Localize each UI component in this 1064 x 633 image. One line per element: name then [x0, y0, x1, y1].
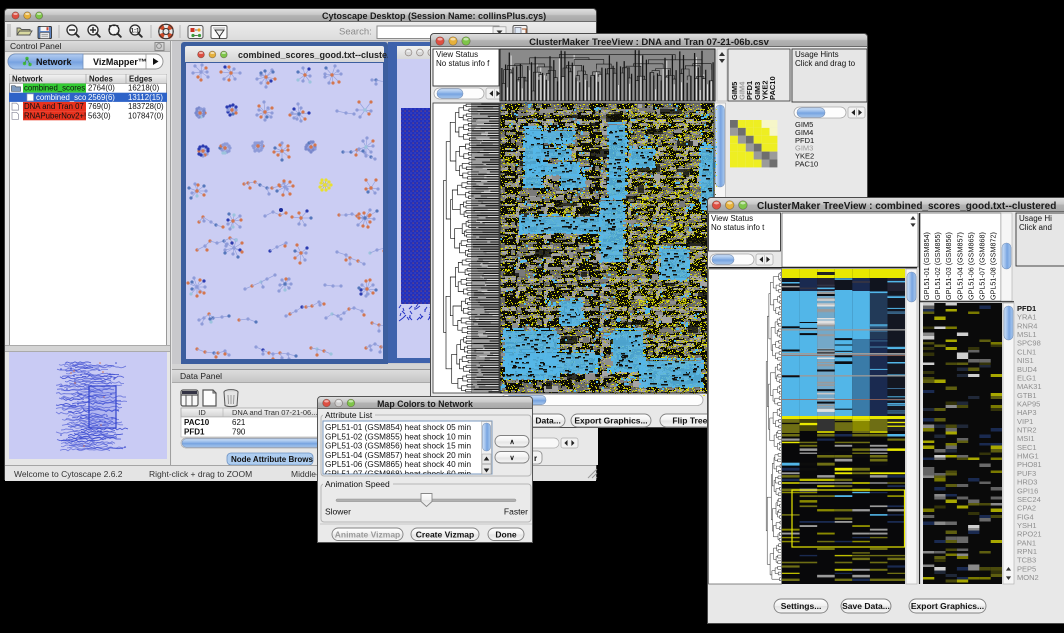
- svg-text:RNAPuberNov2+!: RNAPuberNov2+!: [24, 111, 86, 120]
- svg-text:CLN1: CLN1: [1017, 347, 1036, 356]
- svg-text:KAP95: KAP95: [1017, 400, 1040, 409]
- svg-text:Slower: Slower: [325, 507, 351, 517]
- svg-text:Create Vizmap: Create Vizmap: [416, 529, 474, 539]
- svg-text:GPL51-06 (GSM865): GPL51-06 (GSM865): [966, 232, 975, 300]
- svg-text:769(0): 769(0): [88, 102, 111, 111]
- svg-text:ELG1: ELG1: [1017, 373, 1036, 382]
- svg-text:No status info t: No status info t: [711, 223, 765, 232]
- svg-text:PHO81: PHO81: [1017, 460, 1042, 469]
- svg-text:GPL51-02 (GSM855): GPL51-02 (GSM855): [933, 232, 942, 300]
- svg-text:PEP5: PEP5: [1017, 564, 1036, 573]
- svg-text:Click and: Click and: [1019, 223, 1052, 232]
- svg-text:FIG4: FIG4: [1017, 512, 1034, 521]
- svg-text:Nodes: Nodes: [89, 74, 113, 83]
- svg-text:PFD1: PFD1: [1017, 304, 1036, 313]
- svg-text:Animate Vizmap: Animate Vizmap: [335, 529, 401, 539]
- svg-text:Attribute List: Attribute List: [325, 410, 373, 420]
- svg-text:Node Attribute Brows: Node Attribute Brows: [231, 455, 313, 464]
- svg-text:Network: Network: [12, 74, 43, 83]
- svg-text:PAC10: PAC10: [795, 160, 818, 169]
- svg-text:GTB1: GTB1: [1017, 391, 1037, 400]
- svg-text:combined_scores: combined_scores: [24, 84, 85, 93]
- svg-text:2569(6): 2569(6): [88, 93, 115, 102]
- svg-text:Export Graphics...: Export Graphics...: [574, 416, 647, 426]
- svg-text:YRA1: YRA1: [1017, 313, 1037, 322]
- svg-text:1:1: 1:1: [131, 28, 140, 34]
- svg-text:SEC1: SEC1: [1017, 443, 1037, 452]
- svg-text:Settings...: Settings...: [781, 601, 822, 611]
- svg-text:GPL51-01 (GSM854) heat shock 0: GPL51-01 (GSM854) heat shock 05 min: [325, 423, 472, 432]
- svg-text:GPL51-04 (GSM857): GPL51-04 (GSM857): [955, 232, 964, 300]
- svg-text:Export Graphics...: Export Graphics...: [911, 601, 984, 611]
- svg-text:MSL1: MSL1: [1017, 330, 1037, 339]
- svg-text:790: 790: [232, 428, 246, 437]
- svg-text:GPL51-02 (GSM855) heat shock 1: GPL51-02 (GSM855) heat shock 10 min: [325, 432, 472, 441]
- svg-text:ID: ID: [198, 408, 206, 417]
- svg-text:PUF3: PUF3: [1017, 469, 1036, 478]
- svg-text:CPA2: CPA2: [1017, 504, 1036, 513]
- svg-text:GPL51-01 (GSM854): GPL51-01 (GSM854): [922, 232, 931, 300]
- svg-text:View Status: View Status: [711, 214, 753, 223]
- svg-text:GPL51-03 (GSM856) heat shock 1: GPL51-03 (GSM856) heat shock 15 min: [325, 442, 472, 451]
- svg-text:107847(0): 107847(0): [128, 111, 164, 120]
- svg-text:RPO21: RPO21: [1017, 530, 1042, 539]
- svg-text:183728(0): 183728(0): [128, 102, 164, 111]
- svg-text:GPL51-06 (GSM865) heat shock 4: GPL51-06 (GSM865) heat shock 40 min: [325, 460, 472, 469]
- svg-text:GPL51-07 (GSM868) heat shock 6: GPL51-07 (GSM868) heat shock 60 min: [325, 470, 472, 479]
- svg-text:GPI16: GPI16: [1017, 486, 1038, 495]
- svg-text:GPL51-08 (GSM872): GPL51-08 (GSM872): [989, 232, 998, 300]
- svg-text:NIS1: NIS1: [1017, 356, 1034, 365]
- svg-text:Network: Network: [36, 57, 73, 67]
- svg-text:VizMapper™: VizMapper™: [93, 57, 147, 67]
- svg-text:MSI1: MSI1: [1017, 434, 1035, 443]
- svg-text:Search:: Search:: [339, 27, 372, 38]
- svg-text:Usage Hints: Usage Hints: [795, 50, 839, 59]
- svg-text:∧: ∧: [509, 439, 514, 446]
- svg-text:Usage Hi: Usage Hi: [1019, 214, 1052, 223]
- svg-text:Done: Done: [495, 529, 517, 539]
- svg-text:Faster: Faster: [504, 507, 528, 517]
- svg-text:No status info f: No status info f: [436, 59, 490, 68]
- svg-text:MON2: MON2: [1017, 573, 1039, 582]
- svg-text:PAC10: PAC10: [184, 418, 210, 427]
- svg-text:MAK31: MAK31: [1017, 382, 1042, 391]
- svg-text:PFD1: PFD1: [184, 428, 205, 437]
- svg-text:621: 621: [232, 418, 246, 427]
- svg-text:563(0): 563(0): [88, 111, 111, 120]
- svg-text:16218(0): 16218(0): [128, 84, 160, 93]
- svg-text:Click and drag to: Click and drag to: [795, 59, 856, 68]
- svg-text:DNA and Tran 07: DNA and Tran 07: [24, 102, 84, 111]
- svg-text:VIP1: VIP1: [1017, 417, 1033, 426]
- svg-text:combined_scores_good.txt--clus: combined_scores_good.txt--cluste...: [238, 50, 388, 60]
- svg-text:YSH1: YSH1: [1017, 521, 1037, 530]
- svg-text:2764(0): 2764(0): [88, 84, 115, 93]
- svg-text:RPN1: RPN1: [1017, 547, 1037, 556]
- svg-text:SPC98: SPC98: [1017, 339, 1041, 348]
- svg-text:Edges: Edges: [129, 74, 153, 83]
- svg-text:View Status: View Status: [436, 50, 478, 59]
- svg-text:GPL51-07 (GSM868): GPL51-07 (GSM868): [978, 232, 987, 300]
- svg-text:13112(15): 13112(15): [128, 93, 163, 102]
- svg-text:NTR2: NTR2: [1017, 426, 1037, 435]
- svg-text:Save Data...: Save Data...: [842, 601, 890, 611]
- svg-text:GPL51-03 (GSM856): GPL51-03 (GSM856): [944, 232, 953, 300]
- svg-text:HRD3: HRD3: [1017, 478, 1037, 487]
- svg-text:Animation Speed: Animation Speed: [325, 479, 390, 489]
- svg-text:GPL51-04 (GSM857) heat shock 2: GPL51-04 (GSM857) heat shock 20 min: [325, 451, 472, 460]
- svg-text:∨: ∨: [509, 455, 514, 462]
- svg-text:PAC10: PAC10: [768, 76, 777, 100]
- svg-text:r: r: [534, 454, 537, 463]
- svg-text:combined_sco: combined_sco: [36, 93, 87, 102]
- svg-text:DNA and Tran 07-21-06...: DNA and Tran 07-21-06...: [232, 408, 317, 417]
- svg-text:TCB3: TCB3: [1017, 556, 1036, 565]
